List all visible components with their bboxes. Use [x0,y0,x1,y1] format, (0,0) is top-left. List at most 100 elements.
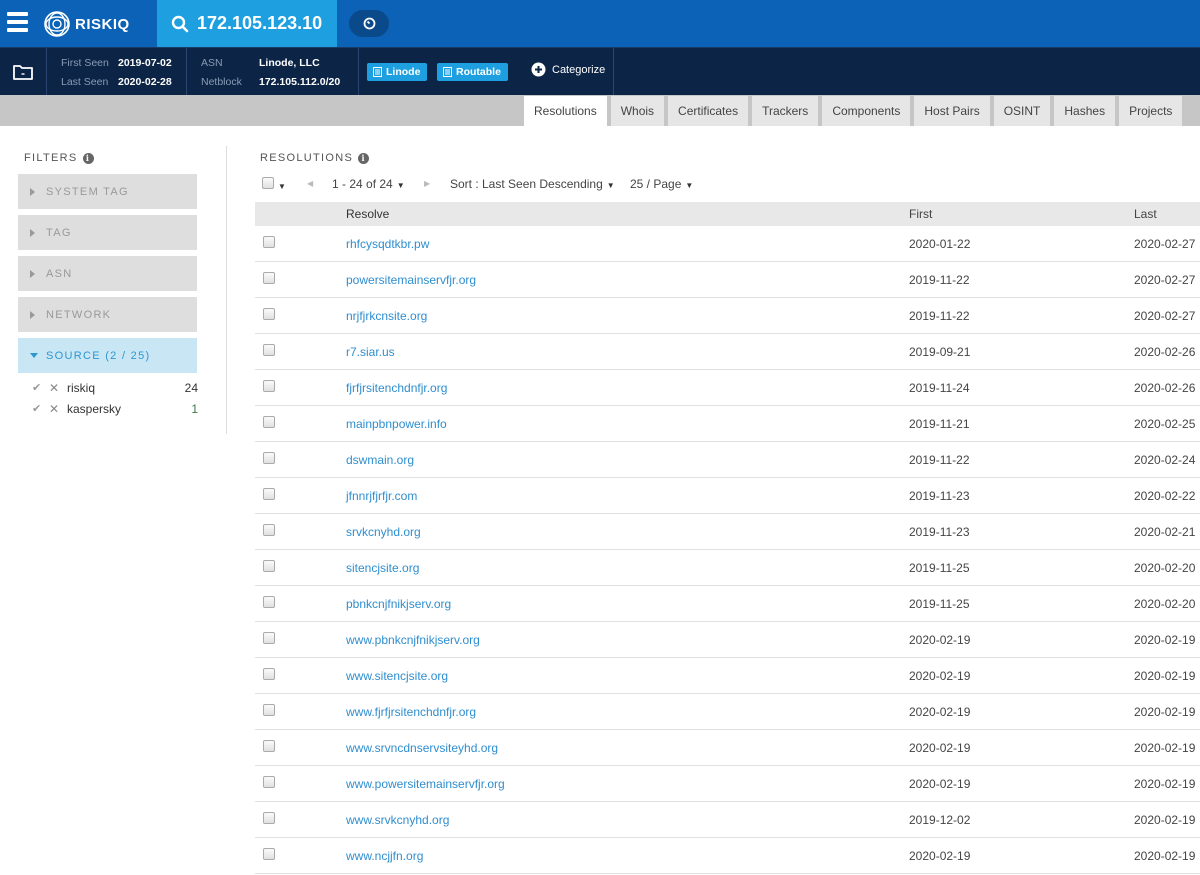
row-checkbox[interactable] [263,380,275,392]
tag-label: Routable [456,66,501,78]
resolve-link[interactable]: www.srvncdnservsiteyhd.org [346,741,498,755]
row-checkbox[interactable] [263,704,275,716]
folder-icon [13,64,33,80]
resolve-link[interactable]: rhfcysqdtkbr.pw [346,237,429,251]
source-name[interactable]: kaspersky [67,402,168,416]
search-box[interactable]: 172.105.123.10 [157,0,337,47]
filter-group-system-tag[interactable]: SYSTEM TAG [18,174,197,209]
last-seen-cell: 2020-02-21 [1134,524,1196,539]
next-page-icon[interactable]: ▶ [424,179,430,188]
row-checkbox[interactable] [263,740,275,752]
info-icon[interactable]: i [82,152,94,164]
resolve-link[interactable]: pbnkcnjfnikjserv.org [346,597,451,611]
row-checkbox[interactable] [263,560,275,572]
row-checkbox[interactable] [263,308,275,320]
seen-dates: First Seen 2019-07-02 Last Seen 2020-02-28 [47,48,187,95]
resolve-link[interactable]: r7.siar.us [346,345,395,359]
filter-group-asn[interactable]: ASN [18,256,197,291]
resolve-link[interactable]: www.ncjjfn.org [346,849,423,863]
row-checkbox-cell [255,272,346,287]
project-folder-button[interactable] [0,48,47,95]
column-header-resolve[interactable]: Resolve [346,207,909,221]
tag-linode[interactable]: Linode [367,63,428,81]
filter-group-network[interactable]: NETWORK [18,297,197,332]
categorize-label: Categorize [552,63,606,76]
resolve-cell: r7.siar.us [346,345,909,359]
include-check-icon[interactable]: ✔ [32,381,49,394]
tag-routable[interactable]: Routable [437,63,508,81]
select-all-checkbox[interactable] [262,177,274,189]
resolve-link[interactable]: www.sitencjsite.org [346,669,448,683]
resolve-link[interactable]: www.pbnkcnjfnikjserv.org [346,633,480,647]
tab-host-pairs[interactable]: Host Pairs [914,96,990,126]
row-checkbox[interactable] [263,488,275,500]
select-all-dropdown[interactable]: ▼ [262,177,286,192]
row-checkbox[interactable] [263,236,275,248]
row-checkbox[interactable] [263,272,275,284]
table-header: Resolve First Last [255,202,1200,226]
last-seen-cell: 2020-02-27 [1134,236,1196,251]
row-checkbox[interactable] [263,812,275,824]
tab-resolutions[interactable]: Resolutions [524,96,607,126]
resolve-link[interactable]: mainpbnpower.info [346,417,447,431]
tab-whois[interactable]: Whois [610,96,665,126]
history-button[interactable] [349,10,389,37]
row-checkbox[interactable] [263,596,275,608]
column-header-last[interactable]: Last [1134,207,1200,221]
filter-group-tag[interactable]: TAG [18,215,197,250]
netblock-value[interactable]: 172.105.112.0/20 [259,73,340,92]
page-size-dropdown[interactable]: 25 / Page ▼ [630,177,693,191]
asn-value[interactable]: Linode, LLC [259,54,320,73]
row-checkbox[interactable] [263,668,275,680]
resolve-link[interactable]: sitencjsite.org [346,561,419,575]
source-name[interactable]: riskiq [67,381,168,395]
row-checkbox-cell [255,740,346,755]
row-checkbox[interactable] [263,416,275,428]
search-query[interactable]: 172.105.123.10 [197,13,322,34]
row-checkbox[interactable] [263,632,275,644]
page-size-label: 25 / Page [630,177,682,191]
categorize-button[interactable]: Categorize [531,62,605,77]
row-checkbox[interactable] [263,848,275,860]
last-seen-cell: 2020-02-22 [1134,488,1196,503]
resolve-link[interactable]: powersitemainservfjr.org [346,273,476,287]
pager-dropdown[interactable]: 1 - 24 of 24 ▼ [332,177,405,191]
tab-projects[interactable]: Projects [1119,96,1183,126]
filters-title: FILTERS [24,152,78,164]
prev-page-icon[interactable]: ◀ [307,179,313,188]
exclude-x-icon[interactable]: ✕ [49,402,67,416]
tab-osint[interactable]: OSINT [993,96,1051,126]
row-checkbox[interactable] [263,344,275,356]
resolve-link[interactable]: srvkcnyhd.org [346,525,421,539]
tab-certificates[interactable]: Certificates [668,96,749,126]
row-checkbox[interactable] [263,524,275,536]
resolve-link[interactable]: www.fjrfjrsitenchdnfjr.org [346,705,476,719]
resolve-link[interactable]: jfnnrjfjrfjr.com [346,489,417,503]
resolve-link[interactable]: fjrfjrsitenchdnfjr.org [346,381,447,395]
tab-hashes[interactable]: Hashes [1054,96,1116,126]
menu-icon[interactable] [7,12,28,32]
last-seen-cell: 2020-02-19 [1134,812,1196,827]
exclude-x-icon[interactable]: ✕ [49,381,67,395]
include-check-icon[interactable]: ✔ [32,402,49,415]
last-seen-label: Last Seen [61,76,109,88]
row-checkbox[interactable] [263,452,275,464]
column-header-first[interactable]: First [909,207,1134,221]
logo[interactable]: RISKIQ [43,10,130,38]
tab-components[interactable]: Components [822,96,911,126]
row-checkbox-cell [255,560,346,575]
resolve-cell: dswmain.org [346,453,909,467]
info-icon[interactable]: i [358,152,370,164]
tab-trackers[interactable]: Trackers [752,96,819,126]
row-checkbox[interactable] [263,776,275,788]
resolve-link[interactable]: www.powersitemainservfjr.org [346,777,505,791]
filter-group-source[interactable]: SOURCE (2 / 25) [18,338,197,373]
caret-down-icon: ▼ [396,181,405,190]
filters-sidebar: FILTERS i SYSTEM TAG TAG ASN NETWORK SOURCE … [18,148,198,419]
resolve-cell: sitencjsite.org [346,561,909,575]
sort-dropdown[interactable]: Sort : Last Seen Descending ▼ [450,177,615,191]
resolve-link[interactable]: www.srvkcnyhd.org [346,813,449,827]
resolve-link[interactable]: dswmain.org [346,453,414,467]
first-seen-cell: 2019-11-25 [909,596,970,611]
resolve-link[interactable]: nrjfjrkcnsite.org [346,309,427,323]
